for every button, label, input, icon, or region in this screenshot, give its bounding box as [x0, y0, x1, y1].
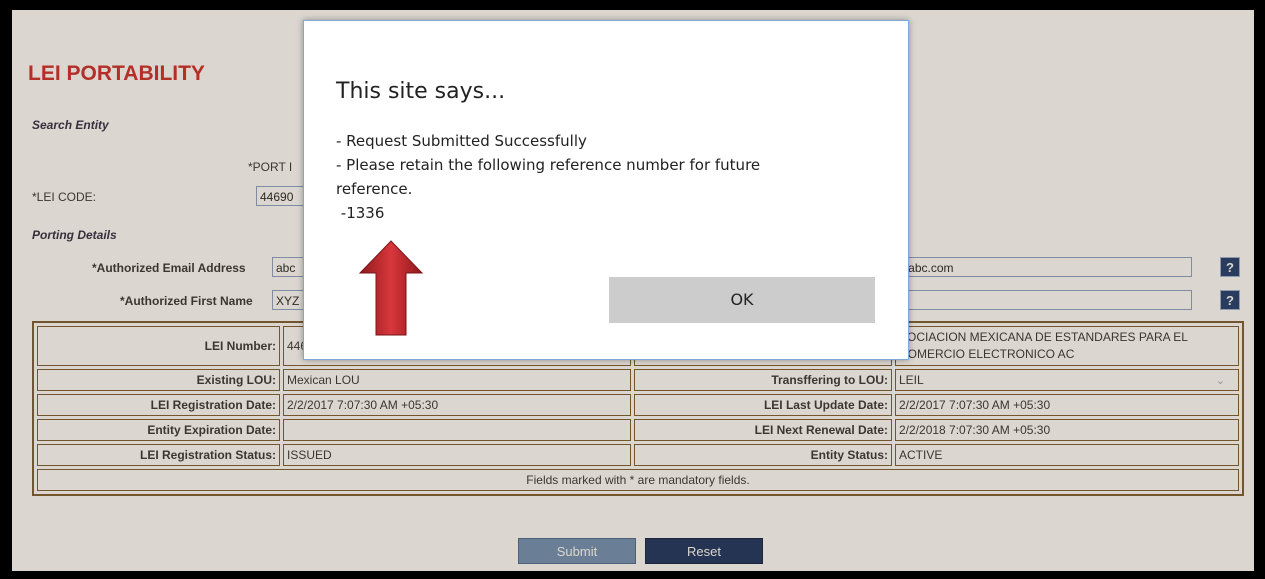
dialog-message: - Request Submitted Successfully - Pleas…	[336, 129, 876, 225]
dialog-line-1: - Request Submitted Successfully	[336, 132, 587, 150]
reference-number: -1336	[336, 204, 385, 222]
ok-button[interactable]: OK	[609, 277, 875, 323]
dialog-line-3: reference.	[336, 180, 413, 198]
red-up-arrow-icon	[358, 240, 424, 336]
dialog-line-2: - Please retain the following reference …	[336, 156, 761, 174]
dialog-title: This site says...	[336, 79, 506, 104]
alert-dialog: This site says... - Request Submitted Su…	[303, 20, 909, 360]
browser-frame: LEI PORTABILITY Search Entity *PORT I *L…	[12, 10, 1254, 571]
